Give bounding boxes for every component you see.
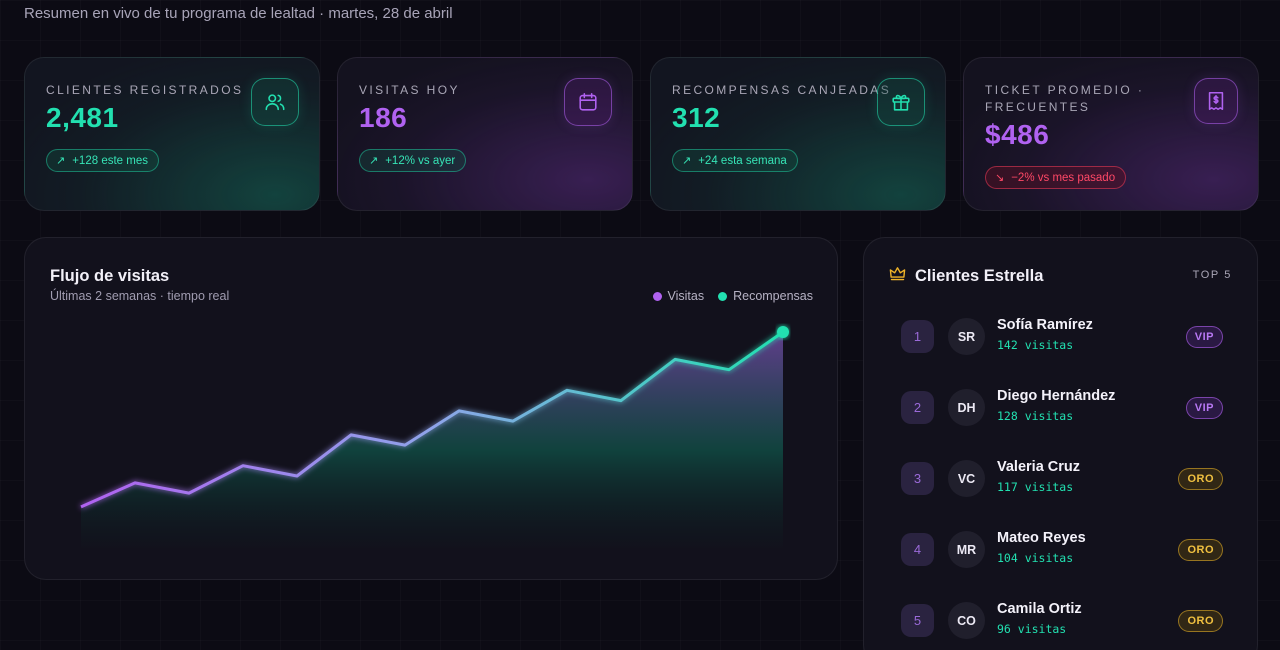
- kpi-card-rewards[interactable]: RECOMPENSAS CANJEADAS 312 ↗ +24 esta sem…: [650, 57, 946, 211]
- top-label: TOP 5: [1192, 269, 1232, 281]
- kpi-badge-text: +128 este mes: [72, 154, 148, 167]
- client-name: Camila Ortiz: [997, 601, 1082, 617]
- chart-subtitle: Últimas 2 semanas · tiempo real: [50, 289, 230, 303]
- chart-legend: Visitas Recompensas: [652, 289, 813, 303]
- kpi-card-ticket[interactable]: TICKET PROMEDIO · FRECUENTES $486 ↘ −2% …: [963, 57, 1259, 211]
- client-row[interactable]: 1 SR Sofía Ramírez 142 visitas VIP: [901, 317, 1223, 357]
- rank-badge: 5: [901, 604, 934, 637]
- client-row[interactable]: 3 VC Valeria Cruz 117 visitas ORO: [901, 459, 1223, 499]
- kpi-card-clients[interactable]: CLIENTES REGISTRADOS 2,481 ↗ +128 este m…: [24, 57, 320, 211]
- calendar-icon: [564, 78, 612, 126]
- legend-item-visits[interactable]: Visitas: [652, 289, 705, 303]
- kpi-badge-text: +12% vs ayer: [385, 154, 456, 167]
- kpi-trend-badge: ↘ −2% vs mes pasado: [985, 166, 1127, 189]
- chart-title: Flujo de visitas: [50, 267, 170, 285]
- rank-badge: 4: [901, 533, 934, 566]
- kpi-label-line2: FRECUENTES: [985, 100, 1091, 114]
- kpi-label: VISITAS HOY: [359, 83, 460, 97]
- chart-last-point[interactable]: [777, 326, 789, 338]
- trend-up-icon: ↗: [682, 155, 692, 167]
- kpi-label: TICKET PROMEDIO · FRECUENTES: [985, 82, 1144, 116]
- avatar: SR: [948, 318, 985, 355]
- legend-dot: [718, 291, 728, 301]
- rank-badge: 2: [901, 391, 934, 424]
- tier-badge: VIP: [1185, 397, 1223, 419]
- tier-badge: ORO: [1178, 468, 1223, 490]
- client-row[interactable]: 2 DH Diego Hernández 128 visitas VIP: [901, 388, 1223, 428]
- kpi-card-visits[interactable]: VISITAS HOY 186 ↗ +12% vs ayer: [337, 57, 633, 211]
- avatar: CO: [948, 602, 985, 639]
- kpi-badge-text: −2% vs mes pasado: [1011, 171, 1116, 184]
- client-name: Diego Hernández: [997, 388, 1116, 404]
- trend-up-icon: ↗: [369, 155, 379, 167]
- crown-icon: [889, 266, 906, 286]
- visits-flow-panel: Flujo de visitas Últimas 2 semanas · tie…: [24, 237, 838, 580]
- kpi-label: RECOMPENSAS CANJEADAS: [672, 83, 892, 97]
- star-clients-panel: Clientes Estrella TOP 5 1 SR Sofía Ramír…: [863, 237, 1258, 650]
- avatar: VC: [948, 460, 985, 497]
- kpi-value: 186: [359, 102, 408, 133]
- client-visits: 128 visitas: [997, 409, 1074, 423]
- page-subtitle: Resumen en vivo de tu programa de lealta…: [24, 5, 453, 22]
- tier-badge: VIP: [1185, 326, 1223, 348]
- client-visits: 104 visitas: [997, 551, 1074, 565]
- tier-badge: ORO: [1178, 610, 1223, 632]
- rank-badge: 3: [901, 462, 934, 495]
- kpi-trend-badge: ↗ +12% vs ayer: [359, 149, 467, 172]
- client-visits: 142 visitas: [997, 338, 1074, 352]
- kpi-label: CLIENTES REGISTRADOS: [46, 83, 244, 97]
- client-name: Valeria Cruz: [997, 459, 1081, 475]
- client-row[interactable]: 4 MR Mateo Reyes 104 visitas ORO: [901, 530, 1223, 570]
- star-clients-title: Clientes Estrella: [915, 266, 1044, 285]
- rank-badge: 1: [901, 320, 934, 353]
- kpi-badge-text: +24 esta semana: [698, 154, 787, 167]
- trend-down-icon: ↘: [995, 172, 1005, 184]
- kpi-value: $486: [985, 119, 1050, 150]
- kpi-trend-badge: ↗ +24 esta semana: [672, 149, 798, 172]
- client-visits: 96 visitas: [997, 622, 1067, 636]
- avatar: MR: [948, 531, 985, 568]
- client-name: Mateo Reyes: [997, 530, 1086, 546]
- legend-dot: [652, 291, 662, 301]
- chart-area-fill: [81, 332, 783, 548]
- trend-up-icon: ↗: [56, 155, 66, 167]
- users-icon: [251, 78, 299, 126]
- client-name: Sofía Ramírez: [997, 317, 1093, 333]
- kpi-value: 312: [672, 102, 721, 133]
- legend-label: Visitas: [667, 289, 705, 303]
- kpi-trend-badge: ↗ +128 este mes: [46, 149, 159, 172]
- kpi-label-line1: TICKET PROMEDIO ·: [985, 83, 1145, 97]
- star-clients-header: Clientes Estrella: [889, 266, 1043, 286]
- avatar: DH: [948, 389, 985, 426]
- gift-icon: [877, 78, 925, 126]
- legend-item-rewards[interactable]: Recompensas: [718, 289, 813, 303]
- receipt-icon: [1194, 78, 1238, 124]
- client-visits: 117 visitas: [997, 480, 1074, 494]
- legend-label: Recompensas: [733, 289, 813, 303]
- kpi-value: 2,481: [46, 102, 119, 133]
- tier-badge: ORO: [1178, 539, 1223, 561]
- client-row[interactable]: 5 CO Camila Ortiz 96 visitas ORO: [901, 601, 1223, 641]
